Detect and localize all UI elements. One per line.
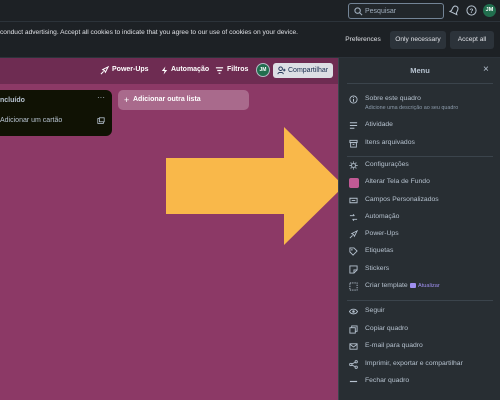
menu-item-label: E-mail para quadro: [365, 342, 423, 349]
list-title[interactable]: ncluído: [0, 97, 25, 104]
upgrade-badge[interactable]: Atualizar: [410, 283, 440, 289]
automation-label: Automação: [171, 66, 210, 73]
annotation-arrow: [166, 127, 344, 245]
powerups-label: Power-Ups: [112, 66, 149, 73]
menu-item-automation[interactable]: Automação: [347, 211, 495, 225]
menu-item-label: Alterar Tela de Fundo: [365, 178, 430, 185]
divider: [347, 300, 493, 301]
cookie-banner: conduct advertising. Accept all cookies …: [0, 22, 500, 58]
automation-button[interactable]: Automação: [160, 66, 210, 75]
menu-item-archived[interactable]: Itens arquivados: [347, 137, 495, 151]
search-icon: [354, 7, 363, 16]
menu-item-label: Sobre este quadro: [365, 95, 421, 102]
menu-item-activity[interactable]: Atividade: [347, 119, 495, 133]
activity-icon: [349, 122, 358, 129]
custom-fields-icon: [349, 197, 358, 204]
menu-item-email-to-board[interactable]: E-mail para quadro: [347, 340, 495, 354]
filter-icon: [215, 67, 224, 74]
divider: [347, 156, 493, 157]
menu-item-label: Criar template: [365, 282, 408, 289]
archive-icon: [349, 139, 358, 148]
cookie-accept-all-button[interactable]: Accept all: [450, 31, 494, 49]
menu-item-subtitle: Adicione uma descrição ao seu quadro: [365, 105, 459, 111]
list-more-icon[interactable]: ···: [97, 93, 105, 102]
powerups-button[interactable]: Power-Ups: [100, 66, 149, 75]
divider: [347, 83, 493, 84]
menu-item-print-export-share[interactable]: Imprimir, exportar e compartilhar: [347, 358, 495, 372]
gear-icon: [349, 161, 358, 170]
notifications-icon[interactable]: [449, 5, 460, 16]
cookie-preferences-button[interactable]: Preferences: [339, 31, 387, 49]
add-member-icon: [277, 66, 286, 75]
rocket-icon: [349, 230, 358, 239]
user-avatar[interactable]: JM: [483, 4, 496, 17]
eye-icon: [349, 308, 358, 315]
sticker-icon: [349, 265, 358, 274]
menu-item-label: Fechar quadro: [365, 377, 410, 384]
menu-item-change-background[interactable]: Alterar Tela de Fundo: [347, 176, 495, 190]
member-avatar[interactable]: JM: [256, 63, 270, 77]
menu-item-copy-board[interactable]: Copiar quadro: [347, 323, 495, 337]
menu-item-label: Automação: [365, 213, 400, 220]
share-icon: [349, 360, 358, 369]
board-header: Power-Ups Automação Filtros JM Compartil…: [0, 58, 338, 84]
menu-item-close-board[interactable]: Fechar quadro: [347, 375, 495, 389]
template-icon[interactable]: [97, 117, 105, 125]
menu-item-label: Seguir: [365, 307, 385, 314]
minus-icon: [349, 380, 358, 383]
add-list-label: Adicionar outra lista: [133, 96, 201, 103]
menu-item-label: Power-Ups: [365, 230, 399, 237]
cookie-only-necessary-button[interactable]: Only necessary: [390, 31, 446, 49]
menu-item-follow[interactable]: Seguir: [347, 305, 495, 319]
template-icon: [349, 282, 358, 291]
upgrade-label: Atualizar: [418, 283, 440, 289]
copy-icon: [349, 325, 358, 334]
background-swatch-icon: [349, 178, 359, 188]
menu-item-label: Campos Personalizados: [365, 196, 439, 203]
menu-item-label: Imprimir, exportar e compartilhar: [365, 360, 463, 367]
menu-item-create-template[interactable]: Criar template Atualizar: [347, 280, 495, 294]
filters-button[interactable]: Filtros: [215, 66, 249, 74]
search-input[interactable]: Pesquisar: [348, 3, 444, 19]
filters-label: Filtros: [227, 66, 249, 73]
rocket-icon: [100, 66, 109, 75]
add-card-label: Adicionar um cartão: [0, 117, 63, 124]
menu-item-label: Etiquetas: [365, 247, 394, 254]
mail-icon: [349, 343, 358, 350]
help-icon[interactable]: ?: [466, 5, 477, 16]
cookie-message: conduct advertising. Accept all cookies …: [0, 29, 298, 36]
menu-title: Menu: [410, 66, 430, 75]
automation-icon: [349, 214, 358, 221]
upgrade-icon: [410, 283, 416, 288]
share-button[interactable]: Compartilhar: [273, 63, 333, 78]
label-icon: [349, 247, 358, 256]
menu-item-stickers[interactable]: Stickers: [347, 263, 495, 277]
menu-item-labels[interactable]: Etiquetas: [347, 245, 495, 259]
menu-item-powerups[interactable]: Power-Ups: [347, 228, 495, 242]
search-placeholder: Pesquisar: [365, 7, 397, 15]
menu-item-label: Copiar quadro: [365, 325, 409, 332]
menu-item-about[interactable]: Sobre este quadro Adicione uma descrição…: [347, 93, 495, 111]
close-icon[interactable]: ×: [483, 64, 489, 75]
plus-icon: +: [124, 95, 130, 105]
automation-icon: [161, 66, 168, 75]
menu-item-label: Stickers: [365, 265, 390, 272]
top-app-bar: Pesquisar ? JM: [0, 0, 500, 22]
menu-item-custom-fields[interactable]: Campos Personalizados: [347, 194, 495, 208]
board-menu-panel: Menu × Sobre este quadro Adicione uma de…: [338, 58, 500, 400]
menu-item-label: Configurações: [365, 161, 409, 168]
menu-item-label: Itens arquivados: [365, 139, 415, 146]
share-label: Compartilhar: [288, 67, 329, 74]
menu-item-settings[interactable]: Configurações: [347, 159, 495, 173]
menu-item-label: Atividade: [365, 121, 393, 128]
add-list-button[interactable]: + Adicionar outra lista: [118, 90, 249, 110]
list: ncluído ··· Adicionar um cartão: [0, 90, 112, 136]
add-card-button[interactable]: Adicionar um cartão: [0, 117, 62, 124]
info-icon: [349, 95, 358, 104]
svg-text:?: ?: [470, 8, 474, 15]
